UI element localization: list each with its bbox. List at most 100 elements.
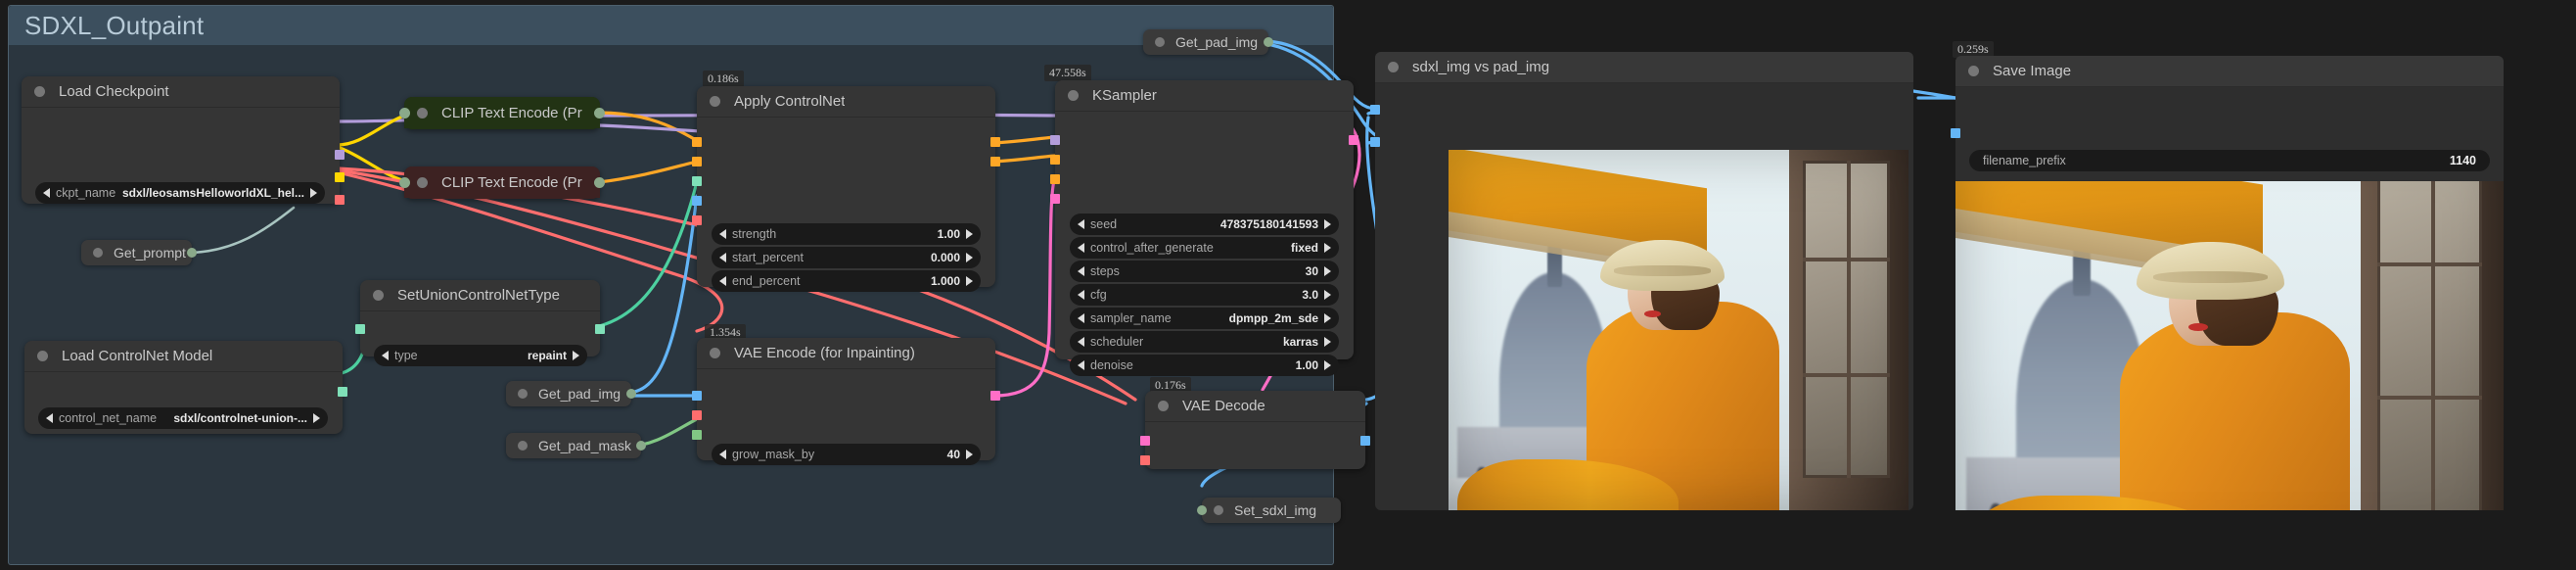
prev-arrow-icon[interactable] bbox=[382, 351, 389, 360]
input-slot-control-net[interactable] bbox=[355, 324, 365, 334]
prev-arrow-icon[interactable] bbox=[719, 450, 726, 459]
node-collapse-icon[interactable] bbox=[1968, 66, 1979, 76]
node-header[interactable]: VAE Decode bbox=[1145, 391, 1365, 422]
input-slot-negative[interactable] bbox=[692, 157, 702, 166]
node-header[interactable]: sdxl_img vs pad_img bbox=[1375, 52, 1913, 83]
comfyui-canvas[interactable]: SDXL_Outpaint Load Checkpoint ckpt_name … bbox=[0, 0, 2576, 570]
input-slot-clip[interactable] bbox=[399, 108, 410, 119]
output-slot-mask[interactable] bbox=[636, 441, 646, 451]
output-slot-image[interactable] bbox=[626, 389, 636, 399]
widget-control-net-name[interactable]: control_net_name sdxl/controlnet-union-.… bbox=[38, 407, 328, 429]
prev-arrow-icon[interactable] bbox=[719, 276, 726, 286]
node-ksampler[interactable]: KSampler seed 478375180141593 control_af… bbox=[1050, 80, 1358, 376]
next-arrow-icon[interactable] bbox=[1324, 337, 1331, 347]
next-arrow-icon[interactable] bbox=[966, 229, 973, 239]
input-slot-vae[interactable] bbox=[1140, 455, 1150, 465]
input-slot-images[interactable] bbox=[1951, 128, 1960, 138]
widget-grow-mask-by[interactable]: grow_mask_by 40 bbox=[712, 444, 981, 465]
input-slot-image[interactable] bbox=[692, 196, 702, 206]
node-collapse-icon[interactable] bbox=[710, 348, 720, 358]
node-header[interactable]: CLIP Text Encode (Pr bbox=[404, 97, 600, 128]
node-collapse-icon[interactable] bbox=[373, 290, 384, 301]
next-arrow-icon[interactable] bbox=[1324, 219, 1331, 229]
node-header[interactable]: KSampler bbox=[1055, 80, 1354, 112]
input-slot-mask[interactable] bbox=[692, 430, 702, 440]
input-slot-image-b[interactable] bbox=[1370, 137, 1380, 147]
input-slot-vae[interactable] bbox=[692, 410, 702, 420]
node-get-pad-img-top[interactable]: Get_pad_img bbox=[1143, 29, 1273, 55]
output-slot-conditioning[interactable] bbox=[187, 248, 197, 258]
next-arrow-icon[interactable] bbox=[1324, 360, 1331, 370]
prev-arrow-icon[interactable] bbox=[1078, 243, 1084, 253]
next-arrow-icon[interactable] bbox=[1324, 313, 1331, 323]
output-slot-control-net[interactable] bbox=[338, 387, 347, 397]
next-arrow-icon[interactable] bbox=[1324, 266, 1331, 276]
node-collapse-icon[interactable] bbox=[417, 107, 428, 119]
input-slot-positive[interactable] bbox=[1050, 155, 1060, 165]
node-collapse-icon[interactable] bbox=[1155, 37, 1165, 47]
node-collapse-icon[interactable] bbox=[710, 96, 720, 107]
node-load-checkpoint[interactable]: Load Checkpoint ckpt_name sdxl/leosamsHe… bbox=[22, 76, 345, 205]
output-slot-negative[interactable] bbox=[990, 157, 1000, 166]
widget-sampler-name[interactable]: sampler_name dpmpp_2m_sde bbox=[1070, 308, 1339, 329]
prev-arrow-icon[interactable] bbox=[43, 188, 50, 198]
node-collapse-icon[interactable] bbox=[34, 86, 45, 97]
node-set-sdxl-img[interactable]: Set_sdxl_img bbox=[1197, 498, 1341, 523]
node-set-union-controlnet-type[interactable]: SetUnionControlNetType type repaint bbox=[355, 280, 605, 366]
widget-start-percent[interactable]: start_percent 0.000 bbox=[712, 247, 981, 268]
node-vae-encode-for-inpainting[interactable]: VAE Encode (for Inpainting) grow_mask_by… bbox=[692, 338, 1000, 465]
input-slot-control-net[interactable] bbox=[692, 176, 702, 186]
output-slot-control-net[interactable] bbox=[595, 324, 605, 334]
node-header[interactable]: VAE Encode (for Inpainting) bbox=[697, 338, 995, 369]
node-collapse-icon[interactable] bbox=[93, 248, 103, 258]
output-slot-latent[interactable] bbox=[1349, 135, 1358, 145]
node-compare-preview[interactable]: sdxl_img vs pad_img bbox=[1370, 52, 1913, 510]
node-collapse-icon[interactable] bbox=[1388, 62, 1399, 72]
node-clip-text-encode-positive[interactable]: CLIP Text Encode (Pr bbox=[399, 97, 605, 129]
input-slot-image[interactable] bbox=[1197, 505, 1207, 515]
output-slot-conditioning[interactable] bbox=[594, 177, 605, 188]
output-slot-positive[interactable] bbox=[990, 137, 1000, 147]
preview-image-container[interactable] bbox=[1449, 150, 1909, 510]
widget-ckpt-name[interactable]: ckpt_name sdxl/leosamsHelloworldXL_hel..… bbox=[35, 182, 325, 204]
next-arrow-icon[interactable] bbox=[966, 253, 973, 262]
node-collapse-icon[interactable] bbox=[1068, 90, 1079, 101]
node-vae-decode[interactable]: VAE Decode bbox=[1140, 391, 1370, 469]
prev-arrow-icon[interactable] bbox=[1078, 337, 1084, 347]
widget-control-after-generate[interactable]: control_after_generate fixed bbox=[1070, 237, 1339, 259]
node-collapse-icon[interactable] bbox=[518, 441, 528, 451]
node-header[interactable]: Load ControlNet Model bbox=[24, 341, 343, 372]
next-arrow-icon[interactable] bbox=[966, 450, 973, 459]
node-apply-controlnet[interactable]: Apply ControlNet strength 1.00 start_per… bbox=[692, 86, 1000, 292]
node-header[interactable]: Apply ControlNet bbox=[697, 86, 995, 118]
node-collapse-icon[interactable] bbox=[518, 389, 528, 399]
widget-filename-prefix[interactable]: filename_prefix 1140 bbox=[1969, 150, 2490, 171]
input-slot-pixels[interactable] bbox=[692, 391, 702, 401]
prev-arrow-icon[interactable] bbox=[1078, 313, 1084, 323]
node-header[interactable]: Save Image bbox=[1955, 56, 2504, 87]
node-collapse-icon[interactable] bbox=[1214, 505, 1223, 515]
input-slot-positive[interactable] bbox=[692, 137, 702, 147]
input-slot-latent-image[interactable] bbox=[1050, 194, 1060, 204]
prev-arrow-icon[interactable] bbox=[46, 413, 53, 423]
output-slot-image[interactable] bbox=[1264, 37, 1273, 47]
group-title[interactable]: SDXL_Outpaint bbox=[9, 6, 1333, 45]
input-slot-vae[interactable] bbox=[692, 215, 702, 225]
node-clip-text-encode-negative[interactable]: CLIP Text Encode (Pr bbox=[399, 166, 605, 199]
widget-strength[interactable]: strength 1.00 bbox=[712, 223, 981, 245]
widget-cfg[interactable]: cfg 3.0 bbox=[1070, 284, 1339, 306]
output-slot-conditioning[interactable] bbox=[594, 108, 605, 119]
node-get-pad-img-left[interactable]: Get_pad_img bbox=[506, 381, 636, 406]
prev-arrow-icon[interactable] bbox=[719, 253, 726, 262]
next-arrow-icon[interactable] bbox=[573, 351, 579, 360]
output-slot-image[interactable] bbox=[1360, 436, 1370, 446]
output-slot-latent[interactable] bbox=[990, 391, 1000, 401]
node-get-pad-mask[interactable]: Get_pad_mask bbox=[506, 433, 646, 458]
widget-denoise[interactable]: denoise 1.00 bbox=[1070, 355, 1339, 376]
output-slot-model[interactable] bbox=[335, 150, 345, 160]
widget-steps[interactable]: steps 30 bbox=[1070, 261, 1339, 282]
node-header[interactable]: CLIP Text Encode (Pr bbox=[404, 166, 600, 198]
node-get-prompt[interactable]: Get_prompt bbox=[81, 240, 197, 265]
widget-type[interactable]: type repaint bbox=[374, 345, 587, 366]
input-slot-clip[interactable] bbox=[399, 177, 410, 188]
